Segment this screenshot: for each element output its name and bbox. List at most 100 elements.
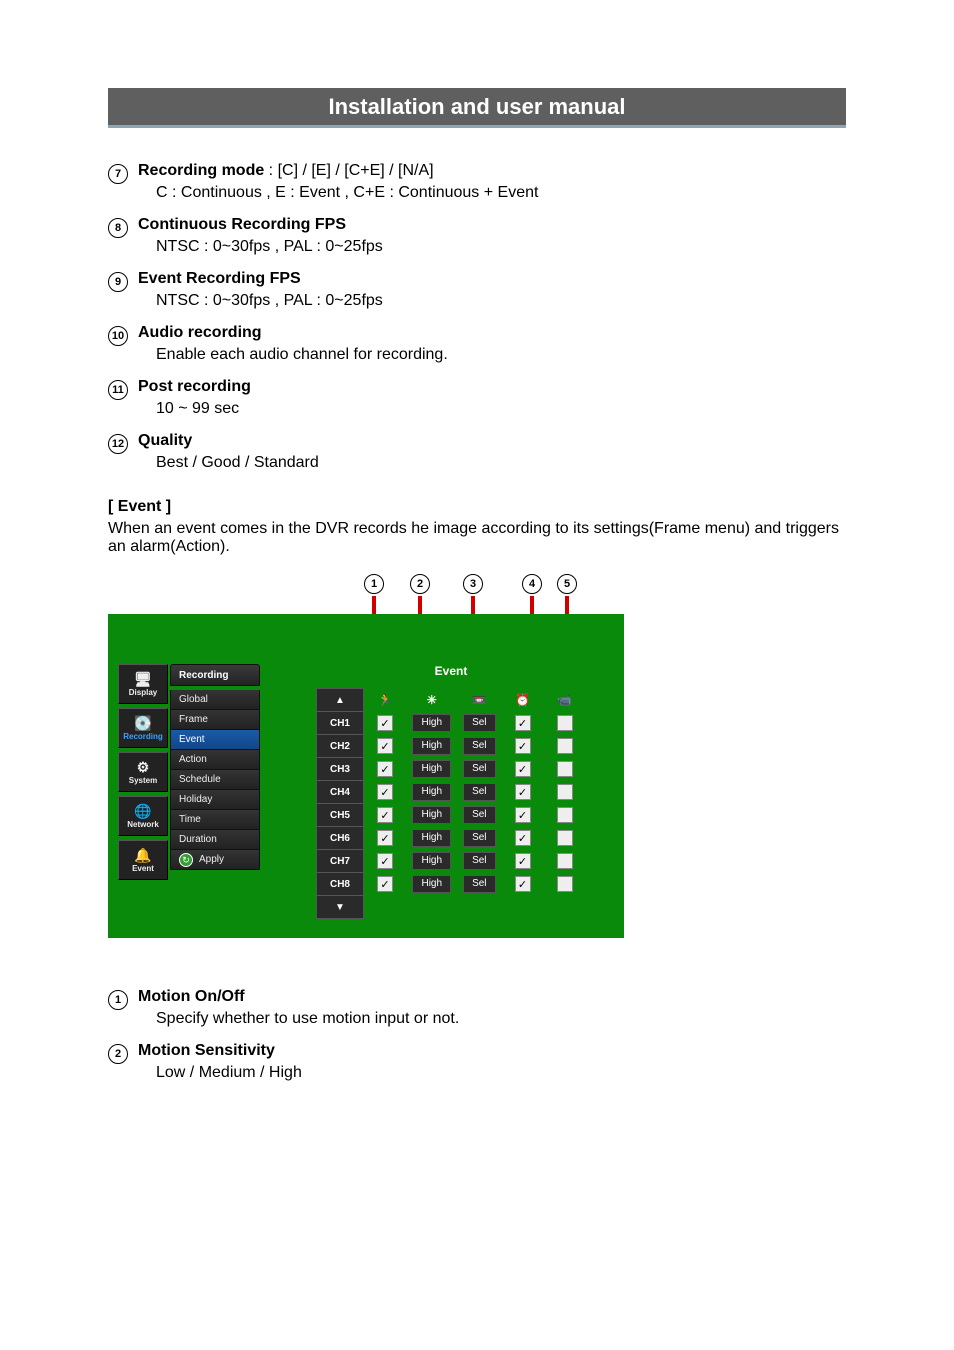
video-loss-checkbox[interactable] (557, 830, 573, 846)
numbered-item: 9Event Recording FPSNTSC : 0~30fps , PAL… (108, 270, 846, 310)
item-label: Event Recording FPS (138, 270, 301, 287)
menu-item-label: Schedule (179, 774, 221, 785)
menu-item-label: Time (179, 814, 201, 825)
item-description: Enable each audio channel for recording. (156, 346, 846, 364)
area-icon: 📼 (457, 689, 501, 712)
sensitivity-select[interactable]: High (412, 852, 451, 870)
menu-item-action[interactable]: Action (170, 750, 260, 770)
menu-item-frame[interactable]: Frame (170, 710, 260, 730)
alarm-checkbox[interactable]: ✓ (515, 784, 531, 800)
video-loss-checkbox[interactable] (557, 715, 573, 731)
item-description: NTSC : 0~30fps , PAL : 0~25fps (156, 292, 846, 310)
video-loss-checkbox[interactable] (557, 807, 573, 823)
grid-title: Event (288, 664, 614, 678)
item-label: Motion Sensitivity (138, 1042, 275, 1059)
alarm-checkbox[interactable]: ✓ (515, 807, 531, 823)
menu-item-apply[interactable]: ↻Apply (170, 850, 260, 870)
item-number: 11 (108, 380, 128, 400)
alarm-checkbox[interactable]: ✓ (515, 830, 531, 846)
menu-item-event[interactable]: Event (170, 730, 260, 750)
video-loss-checkbox[interactable] (557, 761, 573, 777)
alarm-checkbox[interactable]: ✓ (515, 738, 531, 754)
area-select[interactable]: Sel (463, 760, 495, 778)
channel-label: CH8 (316, 873, 363, 896)
channel-label: CH3 (316, 758, 363, 781)
menu-item-time[interactable]: Time (170, 810, 260, 830)
motion-checkbox[interactable]: ✓ (377, 784, 393, 800)
motion-checkbox[interactable]: ✓ (377, 715, 393, 731)
item-description: Low / Medium / High (156, 1064, 846, 1082)
video-loss-checkbox[interactable] (557, 738, 573, 754)
menu-item-global[interactable]: Global (170, 690, 260, 710)
nav-system[interactable]: ⚙System (118, 752, 168, 792)
menu-item-label: Apply (199, 854, 224, 865)
area-select[interactable]: Sel (463, 875, 495, 893)
area-select[interactable]: Sel (463, 783, 495, 801)
video-loss-checkbox[interactable] (557, 784, 573, 800)
item-number: 1 (108, 990, 128, 1010)
nav-column: 🖥Display💽Recording⚙System🌐Network🔔Event (118, 664, 168, 919)
item-description: C : Continuous , E : Event , C+E : Conti… (156, 184, 846, 202)
item-label: Quality (138, 432, 192, 449)
video-loss-checkbox[interactable] (557, 876, 573, 892)
sensitivity-select[interactable]: High (412, 760, 451, 778)
motion-checkbox[interactable]: ✓ (377, 738, 393, 754)
items-top: 7Recording mode : [C] / [E] / [C+E] / [N… (108, 162, 846, 472)
menu-item-holiday[interactable]: Holiday (170, 790, 260, 810)
table-row: CH3 ✓ High Sel ✓ (316, 758, 585, 781)
motion-checkbox[interactable]: ✓ (377, 830, 393, 846)
table-row: CH7 ✓ High Sel ✓ (316, 850, 585, 873)
motion-checkbox[interactable]: ✓ (377, 761, 393, 777)
numbered-item: 12QualityBest / Good / Standard (108, 432, 846, 472)
table-row: CH1 ✓ High Sel ✓ (316, 712, 585, 735)
nav-network[interactable]: 🌐Network (118, 796, 168, 836)
gear-icon: ⚙ (133, 759, 153, 775)
items-bottom: 1Motion On/OffSpecify whether to use mot… (108, 988, 846, 1082)
nav-display[interactable]: 🖥Display (118, 664, 168, 704)
numbered-item: 7Recording mode : [C] / [E] / [C+E] / [N… (108, 162, 846, 202)
channel-label: CH1 (316, 712, 363, 735)
motion-checkbox[interactable]: ✓ (377, 807, 393, 823)
bell-icon: 🔔 (133, 847, 153, 863)
scroll-up-icon[interactable]: ▲ (335, 695, 345, 706)
menu-item-duration[interactable]: Duration (170, 830, 260, 850)
record-icon: 💽 (133, 715, 153, 731)
channel-label: CH7 (316, 850, 363, 873)
nav-label: Display (129, 688, 157, 697)
area-select[interactable]: Sel (463, 714, 495, 732)
menu-item-label: Duration (179, 834, 217, 845)
motion-checkbox[interactable]: ✓ (377, 876, 393, 892)
menu-item-label: Frame (179, 714, 208, 725)
event-grid: Event ▲🏃☀📼⏰📹CH1✓HighSel✓CH2✓HighSel✓CH3✓… (288, 664, 614, 919)
scroll-down-icon[interactable]: ▼ (335, 902, 345, 913)
item-number: 8 (108, 218, 128, 238)
event-heading: [ Event ] (108, 498, 846, 516)
sensitivity-select[interactable]: High (412, 829, 451, 847)
motion-icon: 🏃 (363, 689, 406, 712)
alarm-checkbox[interactable]: ✓ (515, 715, 531, 731)
motion-checkbox[interactable]: ✓ (377, 853, 393, 869)
sensitivity-select[interactable]: High (412, 714, 451, 732)
nav-event[interactable]: 🔔Event (118, 840, 168, 880)
nav-recording[interactable]: 💽Recording (118, 708, 168, 748)
alarm-checkbox[interactable]: ✓ (515, 761, 531, 777)
alarm-checkbox[interactable]: ✓ (515, 876, 531, 892)
nav-label: System (129, 776, 157, 785)
area-select[interactable]: Sel (463, 852, 495, 870)
channel-label: CH5 (316, 804, 363, 827)
area-select[interactable]: Sel (463, 737, 495, 755)
menu-item-schedule[interactable]: Schedule (170, 770, 260, 790)
nav-label: Event (132, 864, 154, 873)
table-row: CH4✓HighSel✓ (316, 781, 585, 804)
sensitivity-select[interactable]: High (412, 806, 451, 824)
sensitivity-select[interactable]: High (412, 737, 451, 755)
page-title: Installation and user manual (108, 88, 846, 128)
area-select[interactable]: Sel (463, 829, 495, 847)
area-select[interactable]: Sel (463, 806, 495, 824)
item-number: 2 (108, 1044, 128, 1064)
video-loss-checkbox[interactable] (557, 853, 573, 869)
dvr-screenshot: 🖥Display💽Recording⚙System🌐Network🔔Event … (108, 614, 624, 938)
sensitivity-select[interactable]: High (412, 875, 451, 893)
alarm-checkbox[interactable]: ✓ (515, 853, 531, 869)
sensitivity-select[interactable]: High (412, 783, 451, 801)
